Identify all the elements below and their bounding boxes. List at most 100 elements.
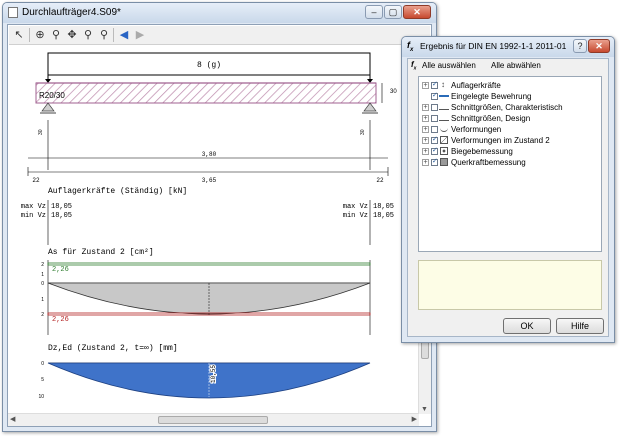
tree-item-label: Verformungen im Zustand 2 (451, 136, 550, 145)
forward-icon[interactable]: ▶ (133, 28, 147, 42)
tree-item-schnittgroessen-char[interactable]: + Schnittgrößen, Charakteristisch (419, 102, 599, 113)
window-title: Durchlaufträger4.S09* (22, 7, 121, 18)
maximize-button[interactable]: ▢ (384, 5, 402, 19)
pan-icon[interactable]: ✥ (65, 28, 79, 42)
scroll-down-icon[interactable]: ▼ (421, 406, 428, 413)
checkbox[interactable] (431, 80, 438, 89)
horizontal-scrollbar[interactable]: ◀ ▶ (8, 413, 419, 426)
expand-icon[interactable]: + (422, 115, 429, 122)
reinforcement-tick: 1 (41, 272, 44, 278)
minimize-button[interactable]: – (365, 5, 383, 19)
expand-icon[interactable]: + (422, 159, 429, 166)
scroll-right-icon[interactable]: ▶ (412, 415, 417, 423)
edge-left-label: 22 (32, 177, 40, 184)
tree-item-label: Querkraftbemessung (451, 158, 526, 167)
tree-item-auflagerkraefte[interactable]: + ↕ Auflagerkräfte (419, 80, 599, 91)
tree-item-label: Biegebemessung (451, 147, 513, 156)
close-button[interactable]: ✕ (403, 5, 431, 19)
toolbar-separator (113, 28, 114, 42)
main-titlebar[interactable]: Durchlaufträger4.S09* – ▢ ✕ (3, 3, 436, 23)
zoom-all-icon[interactable]: ⊕ (33, 28, 47, 42)
reinforcement-title: As für Zustand 2 [cm²] (48, 248, 154, 257)
select-arrow-icon[interactable]: ↖ (12, 28, 26, 42)
expand-icon[interactable]: + (422, 148, 429, 155)
reinforcement-tick: 1 (41, 297, 44, 303)
tree-item-querkraftbemessung[interactable]: + Querkraftbemessung (419, 157, 599, 168)
right-min-label: min Vz (343, 212, 368, 220)
checkbox[interactable] (431, 104, 438, 111)
horizontal-scroll-thumb[interactable] (158, 416, 268, 424)
left-min-value: 18,05 (51, 212, 72, 220)
load-label: 8 (g) (197, 61, 221, 70)
selection-toolbar: fx Alle auswählen Alle abwählen (408, 59, 608, 73)
fx-icon: fx (407, 40, 414, 53)
fx-small-icon: fx (411, 60, 417, 72)
right-support (363, 102, 377, 112)
dialog-title: Ergebnis für DIN EN 1992-1-1 2011-01 (420, 41, 567, 51)
app-icon (8, 7, 18, 18)
deflection-curve (47, 362, 371, 399)
dialog-titlebar[interactable]: fx Ergebnis für DIN EN 1992-1-1 2011-01 … (402, 37, 614, 57)
checkbox[interactable] (431, 91, 438, 100)
drawing-area: ↖ ⊕ ⚲ ✥ ⚲ ⚲ ◀ ▶ 8 (g) R20/30 30 30 30 3,… (7, 24, 432, 427)
zoom-window-icon[interactable]: ⚲ (81, 28, 95, 42)
edge-right-label: 22 (376, 177, 384, 184)
help-button-titlebar[interactable]: ? (573, 39, 587, 53)
reinforcement-top-bar (47, 262, 371, 266)
tree-item-verformungen[interactable]: + Verformungen (419, 124, 599, 135)
span-inner-label: 3,80 (202, 151, 217, 158)
moment-icon (439, 116, 449, 121)
span-outer-label: 3,65 (202, 177, 217, 184)
tree-item-eingelegte-bewehrung[interactable]: Eingelegte Bewehrung (419, 91, 599, 102)
ok-button[interactable]: OK (503, 318, 551, 334)
scroll-left-icon[interactable]: ◀ (10, 415, 15, 423)
beam (35, 82, 377, 104)
expand-icon[interactable]: + (422, 104, 429, 111)
deflection-icon (440, 125, 448, 132)
zoom-out-icon[interactable]: ⚲ (97, 28, 111, 42)
tree-item-schnittgroessen-design[interactable]: + Schnittgrößen, Design (419, 113, 599, 124)
expand-icon[interactable]: + (422, 82, 429, 89)
deflection-state2-icon (440, 136, 448, 144)
moment-icon (439, 105, 449, 110)
main-window: Durchlaufträger4.S09* – ▢ ✕ ↖ ⊕ ⚲ ✥ ⚲ ⚲ … (2, 2, 437, 432)
left-support (41, 102, 55, 112)
checkbox[interactable] (431, 157, 438, 166)
shear-design-icon (440, 158, 448, 166)
tree-item-label: Schnittgrößen, Design (451, 114, 531, 123)
reinforcement-bottom-value: 2,26 (52, 316, 69, 324)
tree-item-label: Verformungen (451, 125, 502, 134)
tree-item-label: Auflagerkräfte (451, 81, 501, 90)
checkbox[interactable] (431, 135, 438, 144)
checkbox[interactable] (431, 146, 438, 155)
deflection-tick: 0 (41, 361, 44, 367)
reinforcement-top-value: 2,26 (52, 266, 69, 274)
tree-item-label: Schnittgrößen, Charakteristisch (451, 103, 563, 112)
reinforcement-icon (439, 95, 449, 97)
help-button[interactable]: Hilfe (556, 318, 604, 334)
checkbox[interactable] (431, 126, 438, 133)
tree-item-verformungen-zustand2[interactable]: + Verformungen im Zustand 2 (419, 135, 599, 146)
right-min-value: 18,05 (373, 212, 394, 220)
left-max-label: max Vz (21, 203, 46, 211)
toolbar-separator (29, 28, 30, 42)
checkbox[interactable] (431, 115, 438, 122)
support-right-label: 30 (360, 129, 366, 135)
result-tree: + ↕ Auflagerkräfte Eingelegte Bewehrung … (418, 76, 602, 252)
right-max-label: max Vz (343, 203, 368, 211)
back-icon[interactable]: ◀ (117, 28, 131, 42)
reinforcement-tick: 2 (41, 262, 44, 268)
deflection-max-value: 10,55 (210, 365, 217, 383)
bending-design-icon (440, 147, 448, 155)
height-label: 30 (390, 89, 397, 95)
tree-item-biegebemessung[interactable]: + Biegebemessung (419, 146, 599, 157)
dialog-close-button[interactable]: ✕ (588, 39, 610, 53)
deselect-all-link[interactable]: Alle abwählen (491, 61, 541, 70)
zoom-in-icon[interactable]: ⚲ (49, 28, 63, 42)
reinforcement-tick: 0 (41, 281, 44, 287)
select-all-link[interactable]: Alle auswählen (422, 61, 476, 70)
support-forces-title: Auflagerkräfte (Ständig) [kN] (48, 187, 187, 196)
expand-icon[interactable]: + (422, 126, 429, 133)
expand-icon[interactable]: + (422, 137, 429, 144)
info-panel (418, 260, 602, 310)
